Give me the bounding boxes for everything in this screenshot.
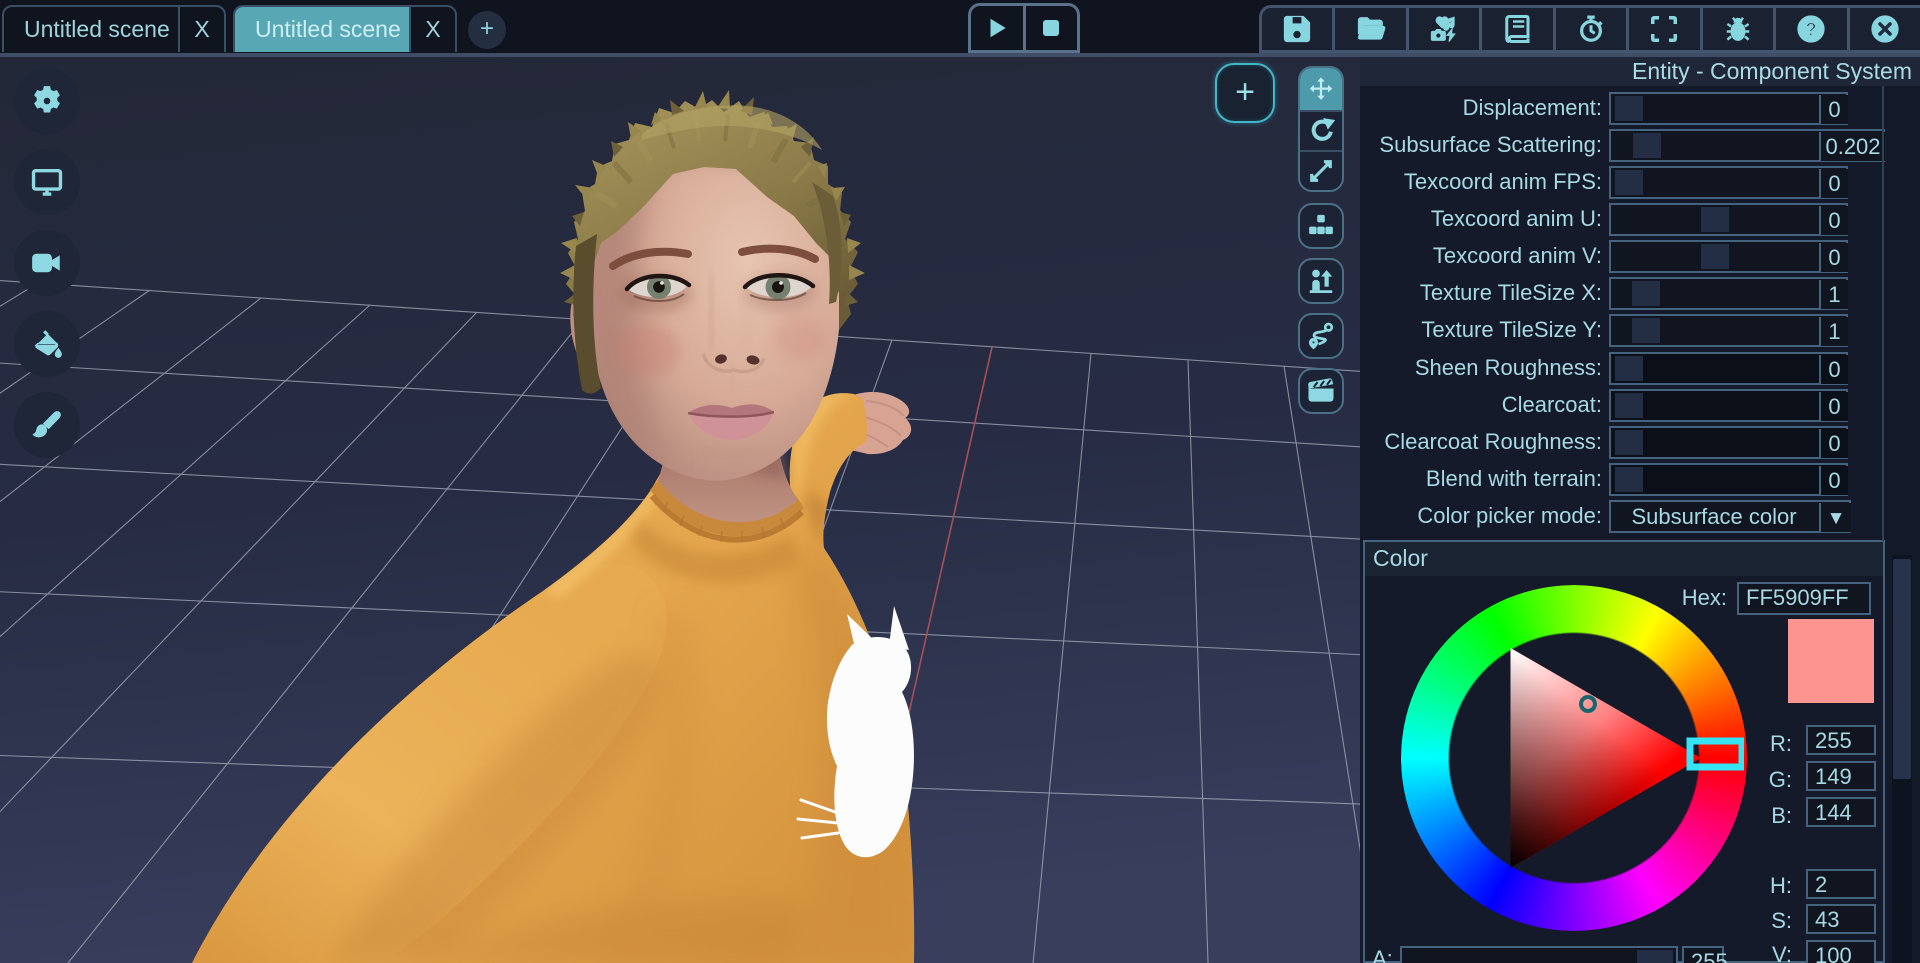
svg-text:?: ? [1806, 19, 1817, 39]
